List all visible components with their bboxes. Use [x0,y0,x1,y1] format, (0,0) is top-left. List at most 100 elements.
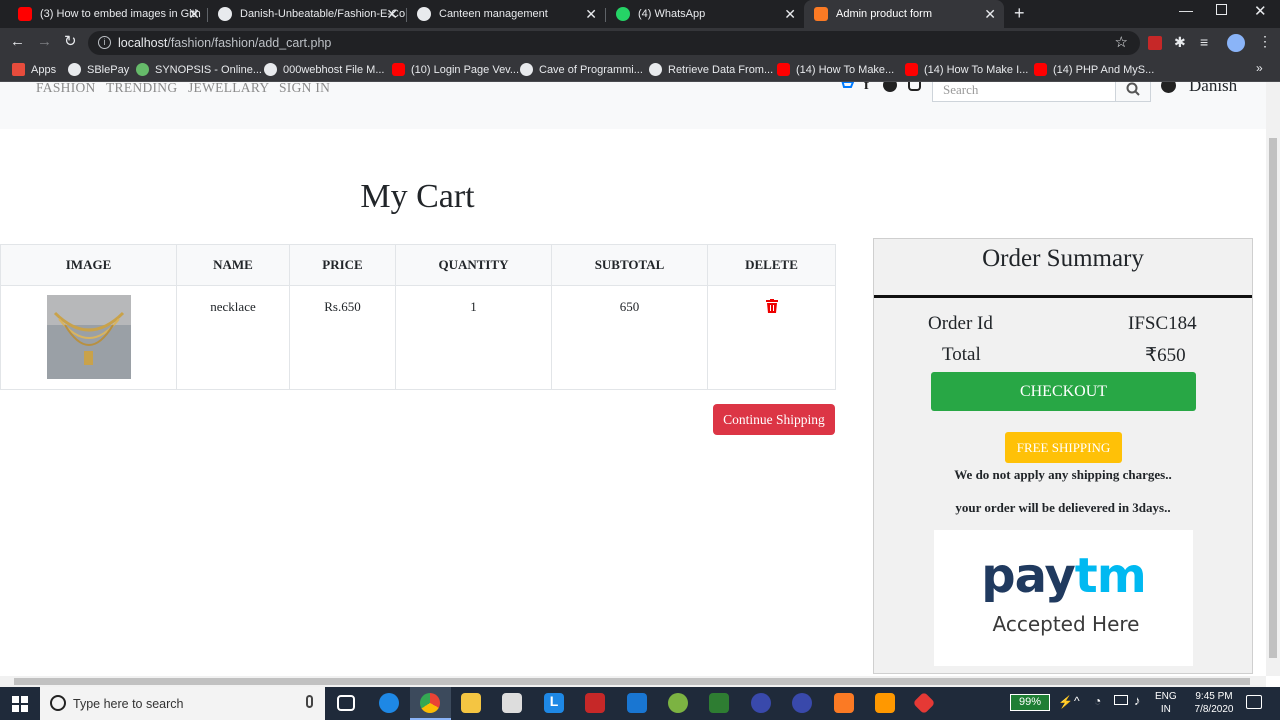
volume-icon[interactable]: ♪ [1134,693,1141,708]
address-bar[interactable]: i localhost/fashion/fashion/add_cart.php… [88,31,1140,55]
apps-grid-icon [12,63,25,76]
bookmark-item[interactable]: 000webhost File M... [264,63,385,76]
vertical-scrollbar[interactable] [1266,82,1280,676]
nav-sign-in[interactable]: SIGN IN [279,82,330,96]
search-input[interactable]: Search [932,82,1116,102]
clock-date: 7/8/2020 [1194,704,1234,715]
close-window-icon[interactable]: ✕ [1254,2,1267,20]
microphone-icon[interactable] [306,695,313,708]
power-plug-icon[interactable]: ⚡ [1058,695,1073,709]
facebook-icon[interactable]: f [864,82,869,94]
bookmark-item[interactable]: SBlePay [68,63,129,76]
col-header-delete: DELETE [707,244,836,286]
clock-time: 9:45 PM [1195,691,1233,702]
bookmark-item[interactable]: (14) How To Make... [777,63,894,76]
file-explorer-icon[interactable] [461,693,481,713]
close-tab-icon[interactable]: ✕ [784,6,796,23]
windows-start-icon[interactable] [12,696,28,712]
eclipse-icon[interactable] [751,693,771,713]
nav-jewellary[interactable]: JEWELLARY [188,82,269,96]
eclipse-icon[interactable] [792,693,812,713]
new-tab-icon[interactable]: + [1014,3,1025,24]
clock[interactable]: 9:45 PM 7/8/2020 [1188,690,1240,716]
pinterest-icon[interactable] [883,82,897,92]
xampp-icon [814,7,828,21]
browser-tab-active[interactable]: Admin product form ✕ [804,0,1004,28]
reload-icon[interactable]: ↻ [64,32,77,50]
star-icon[interactable]: ☆ [1115,33,1128,51]
taskbar-search-placeholder: Type here to search [73,696,184,711]
maximize-icon[interactable] [1216,4,1227,15]
bookmark-item[interactable]: (14) How To Make I... [905,63,1028,76]
taskbar-search-input[interactable]: Type here to search [40,687,325,720]
browser-tab-1[interactable]: (3) How to embed images in Gith ✕ [8,0,208,28]
close-tab-icon[interactable]: ✕ [984,6,996,23]
bookmark-item[interactable]: Retrieve Data From... [649,63,773,76]
bookmark-apps[interactable]: Apps [12,63,56,76]
bookmark-item[interactable]: (10) Login Page Vev... [392,63,519,76]
browser-tab-3[interactable]: Canteen management ✕ [407,0,605,28]
url-host: localhost [118,36,168,50]
close-tab-icon[interactable]: ✕ [585,6,597,23]
bookmark-label: 000webhost File M... [283,63,385,76]
language-code: ENG [1155,691,1177,702]
network-icon[interactable]: ◔ [1094,694,1101,708]
site-header: FASHION TRENDING JEWELLARY SIGN IN f Sea… [0,82,1266,129]
language-indicator[interactable]: ENG IN [1155,690,1177,716]
close-tab-icon[interactable]: ✕ [386,6,398,23]
instagram-icon[interactable] [908,82,921,91]
checkout-button[interactable]: CHECKOUT [931,372,1196,411]
order-summary-title: Order Summary [982,245,1144,272]
info-icon[interactable]: i [98,36,111,49]
notifications-icon[interactable] [1246,695,1262,709]
url-path: /fashion/fashion/add_cart.php [167,36,332,50]
back-icon[interactable]: ← [10,33,25,50]
search-button[interactable] [1115,82,1151,102]
chevron-up-icon[interactable]: ^ [1074,694,1080,708]
youtube-icon [18,7,32,21]
task-view-icon[interactable] [337,695,355,711]
bookmark-label: Retrieve Data From... [668,63,774,76]
sublime-text-icon[interactable] [875,693,895,713]
user-name[interactable]: Danish [1189,82,1237,96]
battery-indicator[interactable]: 99% [1010,694,1050,711]
cell-name: necklace [176,285,290,390]
edge-icon[interactable] [379,693,399,713]
menu-icon[interactable]: ⋮ [1258,33,1272,50]
bookmark-item[interactable]: Cave of Programmi... [520,63,643,76]
mcafee-extension-icon[interactable] [1148,36,1162,50]
minimize-icon[interactable]: — [1179,2,1193,18]
bookmark-item[interactable]: SYNOPSIS - Online... [136,63,262,76]
bookmark-label: (14) How To Make... [796,63,895,76]
more-bookmarks-icon[interactable]: » [1256,61,1263,75]
nav-trending[interactable]: TRENDING [106,82,177,96]
android-studio-icon[interactable] [668,693,688,713]
git-icon[interactable] [912,691,936,715]
extensions-icon[interactable]: ✱ [1174,34,1186,51]
nav-fashion[interactable]: FASHION [36,82,96,96]
continue-shopping-button[interactable]: Continue Shipping [713,404,835,435]
close-tab-icon[interactable]: ✕ [188,6,200,23]
store-icon[interactable] [502,693,522,713]
col-header-image: IMAGE [0,244,177,286]
globe-icon [68,63,81,76]
browser-tab-4[interactable]: (4) WhatsApp ✕ [606,0,804,28]
bookmark-item[interactable]: (14) PHP And MyS... [1034,63,1154,76]
scrollbar-thumb[interactable] [1269,138,1277,658]
mcafee-icon[interactable] [585,693,605,713]
cart-icon[interactable] [838,82,854,92]
horizontal-scrollbar[interactable] [0,676,1266,687]
battery-icon[interactable] [1114,695,1128,705]
app-l-icon[interactable]: L [544,693,564,713]
scrollbar-thumb[interactable] [14,678,1250,685]
cortana-icon [50,695,66,711]
profile-avatar[interactable] [1227,34,1245,52]
forward-icon[interactable]: → [37,33,52,50]
xampp-icon[interactable] [834,693,854,713]
reading-list-icon[interactable]: ≡ [1200,34,1208,50]
taskbar-chrome-active[interactable] [410,687,451,720]
notepad-plus-icon[interactable] [709,693,729,713]
browser-tab-2[interactable]: Danish-Unbeatable/Fashion-E-Co ✕ [208,0,406,28]
mail-icon[interactable] [627,693,647,713]
trash-icon[interactable] [765,299,778,313]
